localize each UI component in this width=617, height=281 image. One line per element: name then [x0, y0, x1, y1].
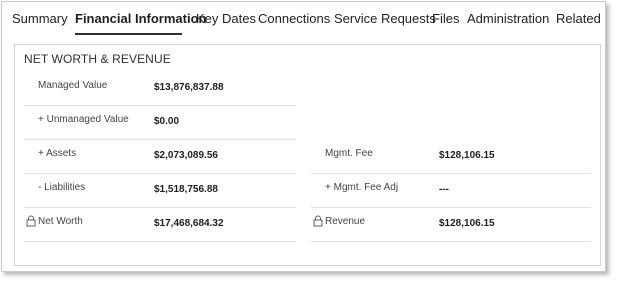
field-value: $2,073,089.56 — [154, 150, 218, 161]
field-revenue[interactable]: Revenue $128,106.15 — [311, 208, 591, 242]
tab-summary[interactable]: Summary — [12, 11, 68, 26]
field-label: + Assets — [38, 148, 77, 159]
tab-key-dates[interactable]: Key Dates — [196, 11, 256, 26]
tab-files[interactable]: Files — [432, 11, 459, 26]
lock-icon — [26, 215, 36, 227]
tab-administration[interactable]: Administration — [467, 11, 549, 26]
field-label: Mgmt. Fee — [325, 148, 373, 159]
field-liabilities[interactable]: - Liabilities $1,518,756.88 — [24, 174, 296, 208]
field-value: $128,106.15 — [439, 218, 495, 229]
tab-financial-information[interactable]: Financial Information — [75, 11, 206, 26]
field-unmanaged-value[interactable]: + Unmanaged Value $0.00 — [24, 106, 296, 140]
field-value: $17,468,684.32 — [154, 218, 224, 229]
field-label: Net Worth — [38, 216, 83, 227]
field-value: $0.00 — [154, 116, 180, 127]
field-assets[interactable]: + Assets $2,073,089.56 — [24, 140, 296, 174]
field-value: $1,518,756.88 — [154, 184, 218, 195]
field-net-worth[interactable]: Net Worth $17,468,684.32 — [24, 208, 296, 242]
tab-related[interactable]: Related — [556, 11, 601, 26]
lock-icon — [313, 215, 323, 227]
field-value: $128,106.15 — [439, 150, 495, 161]
active-tab-indicator — [75, 33, 182, 35]
field-label: + Unmanaged Value — [38, 114, 129, 125]
net-worth-revenue-section: NET WORTH & REVENUE Managed Value $13,87… — [14, 44, 601, 266]
field-value: --- — [439, 184, 449, 195]
field-label: Revenue — [325, 216, 366, 227]
field-label: - Liabilities — [38, 182, 86, 193]
tab-bar: Summary Financial Information Key Dates … — [2, 2, 607, 38]
field-value: $13,876,837.88 — [154, 82, 224, 93]
record-form-panel: Summary Financial Information Key Dates … — [1, 1, 606, 272]
field-label: + Mgmt. Fee Adj — [325, 182, 399, 193]
tab-connections[interactable]: Connections — [258, 11, 330, 26]
section-title: NET WORTH & REVENUE — [24, 52, 171, 66]
tab-service-requests[interactable]: Service Requests — [334, 11, 436, 26]
field-mgmt-fee-adj[interactable]: + Mgmt. Fee Adj --- — [311, 174, 591, 208]
field-managed-value[interactable]: Managed Value $13,876,837.88 — [24, 72, 296, 106]
field-label: Managed Value — [38, 80, 108, 91]
field-mgmt-fee[interactable]: Mgmt. Fee $128,106.15 — [311, 140, 591, 174]
